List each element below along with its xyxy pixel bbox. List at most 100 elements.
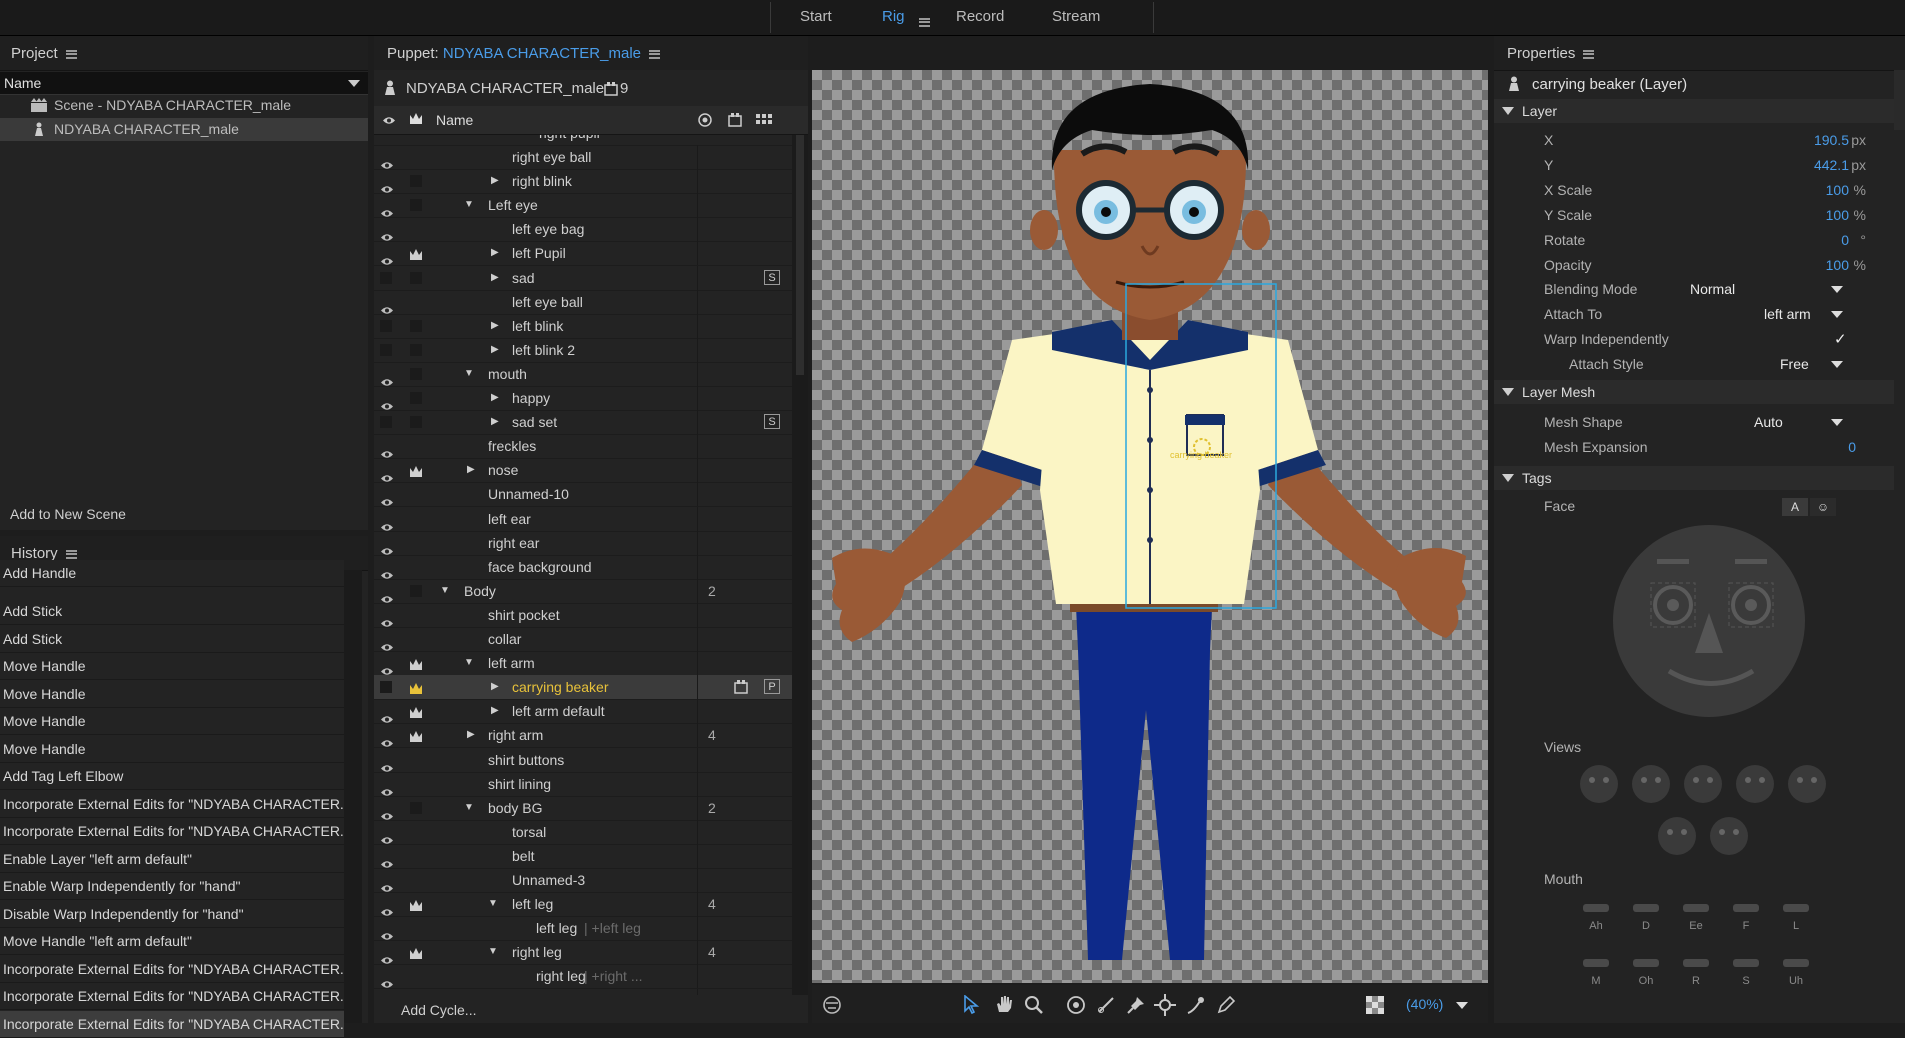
layer-row[interactable]: ▶ left blink 2: [374, 337, 792, 363]
layer-property-row[interactable]: X Scale 100%: [1494, 178, 1894, 203]
scene-settings-icon[interactable]: [822, 995, 842, 1015]
layer-property-row[interactable]: Y Scale 100%: [1494, 203, 1894, 228]
layer-tag-badge[interactable]: S: [764, 414, 780, 430]
project-column-header[interactable]: Name: [0, 72, 368, 95]
property-value[interactable]: 190.5: [1814, 128, 1849, 153]
property-value[interactable]: 100: [1826, 178, 1849, 203]
puppet-root-row[interactable]: NDYABA CHARACTER_male 9: [374, 70, 808, 106]
history-item[interactable]: Move Handle: [0, 680, 344, 708]
history-item[interactable]: Add Stick: [0, 625, 344, 653]
scene-canvas[interactable]: carrying beaker: [812, 70, 1488, 983]
chevron-down-icon[interactable]: [1831, 311, 1843, 318]
collapse-arrow-icon[interactable]: ▼: [464, 651, 474, 675]
independence-crown-icon[interactable]: [409, 679, 423, 695]
independence-slot[interactable]: [410, 801, 422, 814]
property-value[interactable]: 100: [1826, 203, 1849, 228]
expand-arrow-icon[interactable]: ▶: [491, 699, 499, 723]
layer-row[interactable]: ▼ left arm: [374, 651, 792, 677]
mesh-shape-row[interactable]: Mesh Shape Auto: [1494, 410, 1894, 435]
history-item[interactable]: Move Handle "left arm default": [0, 928, 344, 955]
independence-crown-icon[interactable]: [409, 896, 423, 912]
mesh-expansion-row[interactable]: Mesh Expansion 0: [1494, 435, 1894, 460]
layer-row[interactable]: shirt lining: [374, 771, 792, 797]
visibility-eye-icon[interactable]: [380, 804, 393, 820]
independence-slot[interactable]: [410, 367, 422, 380]
attach-to-value[interactable]: left arm: [1764, 302, 1811, 327]
pin-tool-icon[interactable]: [1126, 995, 1146, 1015]
expand-arrow-icon[interactable]: ▶: [491, 675, 499, 699]
tags-section-header[interactable]: Tags: [1494, 466, 1894, 490]
visibility-eye-icon[interactable]: [380, 298, 393, 314]
mesh-shape-value[interactable]: Auto: [1754, 410, 1783, 435]
attach-style-value[interactable]: Free: [1780, 352, 1809, 377]
visibility-eye-icon[interactable]: [380, 635, 393, 651]
independence-slot[interactable]: [410, 343, 422, 356]
visibility-eye-icon[interactable]: [380, 201, 393, 217]
visibility-eye-icon[interactable]: [380, 972, 393, 989]
workspace-tab-record[interactable]: Record: [956, 8, 1004, 25]
attach-style-row[interactable]: Attach Style Free: [1494, 352, 1894, 377]
project-menu-icon[interactable]: [65, 49, 77, 59]
visibility-eye-icon[interactable]: [380, 539, 393, 555]
independence-crown-icon[interactable]: [409, 727, 423, 743]
warp-independently-checkbox[interactable]: ✓: [1834, 327, 1847, 352]
layer-row[interactable]: ▶ left Pupil: [374, 241, 792, 267]
mouth-shape-cell[interactable]: Uh: [1774, 951, 1818, 997]
visibility-eye-icon[interactable]: [380, 924, 393, 940]
expand-arrow-icon[interactable]: ▶: [491, 314, 499, 338]
properties-menu-icon[interactable]: [1583, 49, 1595, 59]
independence-crown-icon[interactable]: [409, 944, 423, 960]
layer-row[interactable]: ▼ mouth: [374, 361, 792, 387]
view-face-icon[interactable]: [1709, 816, 1749, 856]
blending-mode-row[interactable]: Blending Mode Normal: [1494, 277, 1894, 302]
visibility-eye-icon[interactable]: [380, 587, 393, 603]
history-item[interactable]: Incorporate External Edits for "NDYABA C…: [0, 983, 344, 1010]
visibility-eye-icon[interactable]: [380, 852, 393, 868]
face-tag-diagram[interactable]: [1599, 521, 1819, 721]
warp-independently-row[interactable]: Warp Independently ✓: [1494, 327, 1894, 352]
layer-row[interactable]: Unnamed-10: [374, 482, 792, 508]
expand-arrow-icon[interactable]: ▶: [491, 169, 499, 193]
layer-row[interactable]: shirt buttons: [374, 747, 792, 773]
layer-row[interactable]: ▶ sad set S: [374, 410, 792, 436]
history-item[interactable]: Enable Warp Independently for "hand": [0, 873, 344, 900]
independence-slot[interactable]: [410, 584, 422, 597]
layer-row[interactable]: ▶ sad S: [374, 265, 792, 291]
layer-tag-badge[interactable]: S: [764, 269, 780, 285]
expand-arrow-icon[interactable]: ▶: [467, 458, 475, 482]
visibility-eye-icon[interactable]: [380, 249, 393, 266]
layer-row[interactable]: torsal: [374, 819, 792, 845]
visibility-eye-icon[interactable]: [380, 153, 393, 169]
add-cycle-button[interactable]: Add Cycle...: [401, 1002, 476, 1018]
workspace-tab-rig[interactable]: Rig: [882, 8, 905, 25]
dragger-tool-icon[interactable]: [1186, 995, 1206, 1015]
independence-crown-icon[interactable]: [409, 245, 423, 261]
layer-row[interactable]: ▶ nose: [374, 458, 792, 484]
visibility-off-slot[interactable]: [380, 416, 392, 429]
view-face-icon[interactable]: [1657, 816, 1697, 856]
visibility-eye-icon[interactable]: [380, 780, 393, 796]
layer-row[interactable]: left eye bag: [374, 217, 792, 243]
selection-tool-icon[interactable]: [962, 995, 980, 1015]
visibility-eye-icon[interactable]: [380, 756, 393, 772]
layer-property-row[interactable]: Rotate 0 °: [1494, 228, 1894, 253]
mouth-shape-cell[interactable]: L: [1774, 896, 1818, 942]
layer-property-row[interactable]: Y 442.1 px: [1494, 153, 1894, 178]
attach-to-row[interactable]: Attach To left arm: [1494, 302, 1894, 327]
layer-row[interactable]: ▶ right arm 4: [374, 723, 792, 749]
layer-row[interactable]: ▶ happy: [374, 386, 792, 411]
independence-slot[interactable]: [410, 319, 422, 332]
history-item[interactable]: Incorporate External Edits for "NDYABA C…: [0, 1010, 344, 1038]
layer-list-scroll-thumb[interactable]: [796, 135, 804, 375]
layer-row[interactable]: neck: [374, 988, 792, 995]
view-face-icon[interactable]: [1579, 764, 1619, 804]
independence-crown-icon[interactable]: [409, 655, 423, 671]
history-item[interactable]: Add Handle: [0, 560, 344, 587]
visibility-eye-icon[interactable]: [380, 876, 393, 892]
layer-row[interactable]: left ear: [374, 506, 792, 532]
visibility-eye-icon[interactable]: [380, 659, 393, 675]
visibility-eye-icon[interactable]: [380, 225, 393, 242]
history-item[interactable]: Incorporate External Edits for "NDYABA C…: [0, 955, 344, 983]
layer-row[interactable]: Unnamed-3: [374, 868, 792, 893]
properties-scrollbar[interactable]: [1894, 70, 1905, 130]
